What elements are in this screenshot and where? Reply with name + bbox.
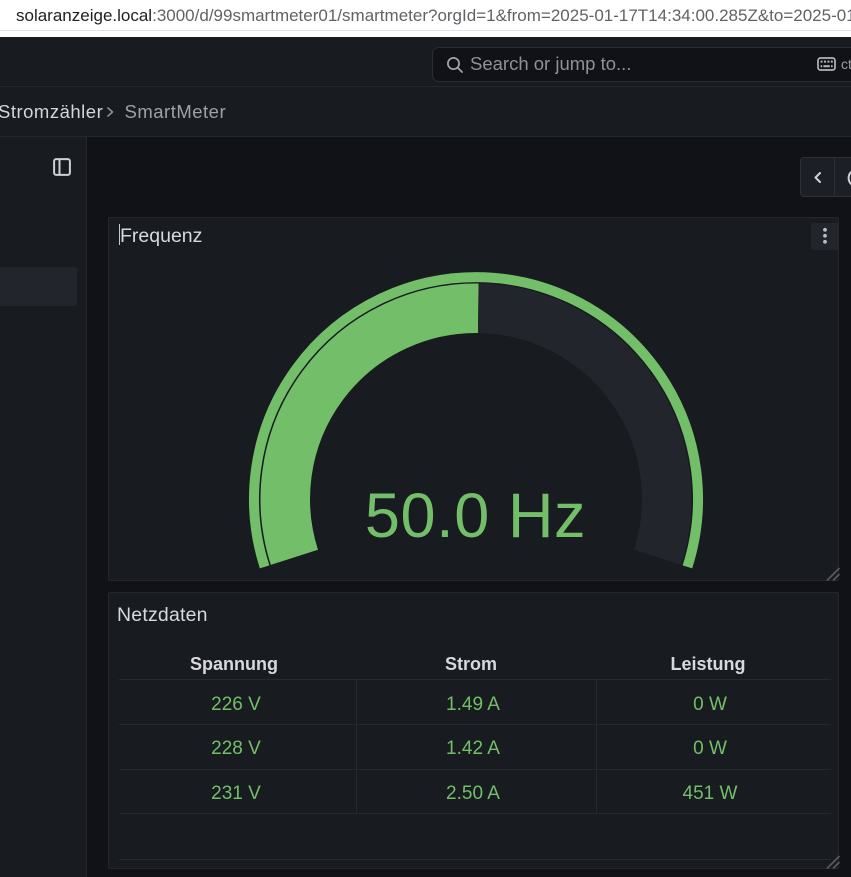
svg-text:50.0 Hz: 50.0 Hz — [365, 481, 586, 551]
